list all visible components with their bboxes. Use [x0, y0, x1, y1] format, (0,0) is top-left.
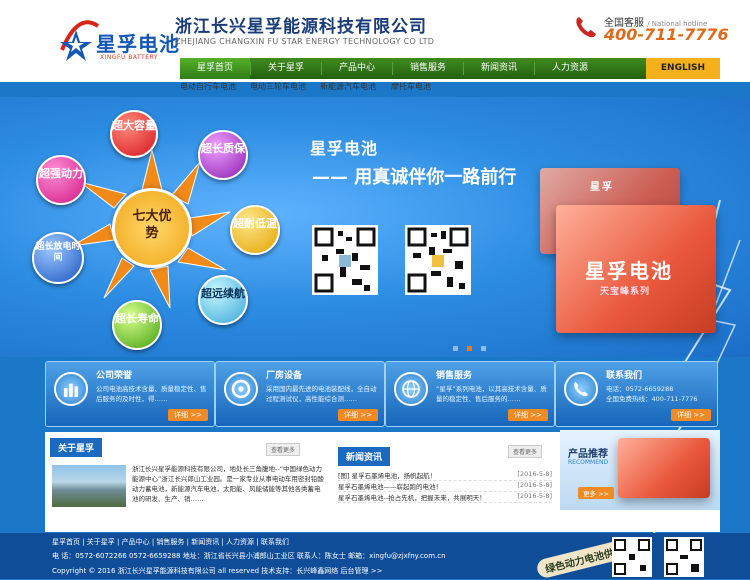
- feature-title: 厂房设备: [266, 371, 303, 381]
- qr-code-icon: [405, 225, 471, 295]
- advantage-cold-label: 超耐低温: [233, 217, 277, 230]
- subnav-ev[interactable]: 新能源汽车电池: [320, 81, 376, 92]
- globe-icon: [394, 372, 428, 406]
- advantage-capacity-label: 超大容量: [112, 119, 156, 132]
- news-date: [2016-5-8]: [517, 481, 552, 489]
- nav-english[interactable]: ENGLISH: [646, 58, 720, 79]
- logo-text[interactable]: 星孚电池: [96, 28, 180, 57]
- subnav-tricycle[interactable]: 电动三轮车电池: [250, 81, 306, 92]
- nav-news[interactable]: 新闻资讯: [464, 58, 534, 79]
- news-item[interactable]: 星孚石墨烯电池——崭起跑的电池！ [2016-5-8]: [338, 481, 552, 492]
- nav-products[interactable]: 产品中心: [322, 58, 392, 79]
- footer-links[interactable]: 星孚首页 | 关于星孚 | 产品中心 | 销售服务 | 新闻资讯 | 人力资源 …: [52, 537, 289, 547]
- gauge-icon: [224, 372, 258, 406]
- star-logo-icon[interactable]: [58, 20, 100, 64]
- recommend-more-button[interactable]: 更多 >>: [578, 487, 614, 499]
- news-date: [2016-5-8]: [517, 492, 552, 500]
- carousel-indicators: [453, 336, 495, 355]
- feature-title: 公司荣誉: [96, 371, 133, 381]
- news-title[interactable]: [图] 星孚石墨烯电池，扬帆起航！: [338, 472, 436, 480]
- advantage-life-label: 超长寿命: [115, 312, 159, 325]
- recommend-title: 产品推荐: [568, 449, 608, 460]
- qr-code-icon: [612, 537, 652, 577]
- advantage-discharge-label: 超长放电时间: [35, 242, 81, 263]
- main-nav: 星孚首页 关于星孚 产品中心 销售服务 新闻资讯 人力资源 ENGLISH: [180, 58, 720, 79]
- details-button[interactable]: 详细 >>: [168, 409, 208, 421]
- logo-subtext: XINGFU BATTERY: [100, 54, 158, 61]
- qr-code-icon: [664, 537, 704, 577]
- footer-contact: 电 话：0572-6072266 0572-6659288 地址：浙江省长兴县小…: [52, 552, 446, 560]
- advantage-range: [198, 275, 248, 325]
- feature-desc: 公司电池高技术含量、质量稳定性、售后服务的及时性，得……: [96, 385, 207, 403]
- nav-hr[interactable]: 人力资源: [535, 58, 605, 79]
- news-item[interactable]: [图] 星孚石墨烯电池，扬帆起航！ [2016-5-8]: [338, 470, 552, 481]
- feature-card-honor[interactable]: 公司荣誉 公司电池高技术含量、质量稳定性、售后服务的及时性，得…… 详细 >>: [45, 361, 215, 427]
- sub-nav: 电动自行车电池 电动三轮车电池 新能源汽车电池 摩托车电池: [180, 81, 720, 95]
- news-more-link[interactable]: 查看更多: [508, 445, 543, 458]
- advantage-power: [36, 155, 86, 205]
- nav-home[interactable]: 星孚首页: [180, 58, 250, 79]
- nav-sales[interactable]: 销售服务: [393, 58, 463, 79]
- advantage-life: [112, 300, 162, 350]
- about-more-link[interactable]: 查看更多: [266, 443, 301, 456]
- feature-card-contact[interactable]: 联系我们 电话：0572-6659288 全国免费热线：400-711-7776…: [555, 361, 718, 427]
- phone-icon: [576, 17, 596, 38]
- subnav-ebike[interactable]: 电动自行车电池: [180, 81, 236, 92]
- news-title[interactable]: 星孚石墨烯电池——崭起跑的电池！: [338, 483, 442, 491]
- company-name-en: ZHEJIANG CHANGXIN FU STAR ENERGY TECHNOL…: [175, 37, 435, 46]
- carousel-dot-active[interactable]: [467, 346, 472, 351]
- news-tab[interactable]: 新闻资讯: [338, 447, 391, 466]
- qr-code-icon: [312, 225, 378, 295]
- bar-chart-icon: [54, 372, 88, 406]
- hotline-number: 400-711-7776: [604, 25, 729, 44]
- details-button[interactable]: 详细 >>: [508, 409, 548, 421]
- details-button[interactable]: 详细 >>: [671, 409, 711, 421]
- carousel-dot[interactable]: [481, 346, 486, 351]
- advantage-power-label: 超强动力: [39, 167, 83, 180]
- feature-desc: 采用国内最先进的电池装配线，全自动过程测试仪，高性能综合测……: [266, 385, 377, 403]
- advantage-range-label: 超远续航: [201, 287, 245, 300]
- factory-photo: [52, 465, 126, 507]
- feature-title: 联系我们: [606, 371, 643, 381]
- about-text: 浙江长兴星孚能源科技有限公司，地处长三角腹地--“中国绿色动力能源中心”浙江长兴…: [132, 465, 324, 503]
- company-name: 浙江长兴星孚能源科技有限公司: [175, 17, 427, 37]
- feature-card-sales[interactable]: 销售服务 “星孚”系列电池，以其高技术含量、质量的稳定性、售后服务的…… 详细 …: [385, 361, 555, 427]
- phone-icon: [564, 372, 598, 406]
- feature-title: 销售服务: [436, 371, 473, 381]
- news-item[interactable]: 星孚石墨烯电池--抢占先机，把握未来，共展明天！ [2016-5-8]: [338, 492, 552, 503]
- advantage-warranty: [198, 130, 248, 180]
- feature-desc: “星孚”系列电池，以其高技术含量、质量的稳定性、售后服务的……: [436, 385, 547, 403]
- carousel-dot[interactable]: [453, 346, 458, 351]
- advantage-cold: [230, 205, 280, 255]
- banner-slogan: —— 用真诚伴你一路前行: [312, 167, 517, 188]
- about-tab[interactable]: 关于星孚: [50, 438, 103, 457]
- advantage-warranty-label: 超长质保: [201, 142, 245, 155]
- news-title[interactable]: 星孚石墨烯电池--抢占先机，把握未来，共展明天！: [338, 494, 486, 502]
- battery-brand-label: 星孚电池: [585, 259, 673, 283]
- recommend-title-en: RECOMMEND: [568, 459, 609, 466]
- battery-top-label: 星孚: [590, 182, 614, 193]
- advantage-capacity: [110, 110, 158, 158]
- recommend-battery-image[interactable]: [618, 438, 710, 498]
- battery-series-label: 天宝峰系列: [600, 287, 651, 297]
- banner-title: 星孚电池: [310, 139, 379, 158]
- news-date: [2016-5-8]: [517, 470, 552, 478]
- footer-copyright: Copyright © 2016 浙江长兴星孚能源科技有限公司 all rese…: [52, 567, 383, 575]
- feature-desc: 电话：0572-6659288 全国免费热线：400-711-7776: [606, 385, 698, 403]
- subnav-motorcycle[interactable]: 摩托车电池: [391, 81, 431, 92]
- details-button[interactable]: 详细 >>: [338, 409, 378, 421]
- news-list: [图] 星孚石墨烯电池，扬帆起航！ [2016-5-8] 星孚石墨烯电池——崭起跑…: [338, 470, 552, 503]
- advantage-hub-text: 七大优势: [132, 209, 172, 241]
- feature-card-factory[interactable]: 厂房设备 采用国内最先进的电池装配线，全自动过程测试仪，高性能综合测…… 详细 …: [215, 361, 385, 427]
- nav-about[interactable]: 关于星孚: [251, 58, 321, 79]
